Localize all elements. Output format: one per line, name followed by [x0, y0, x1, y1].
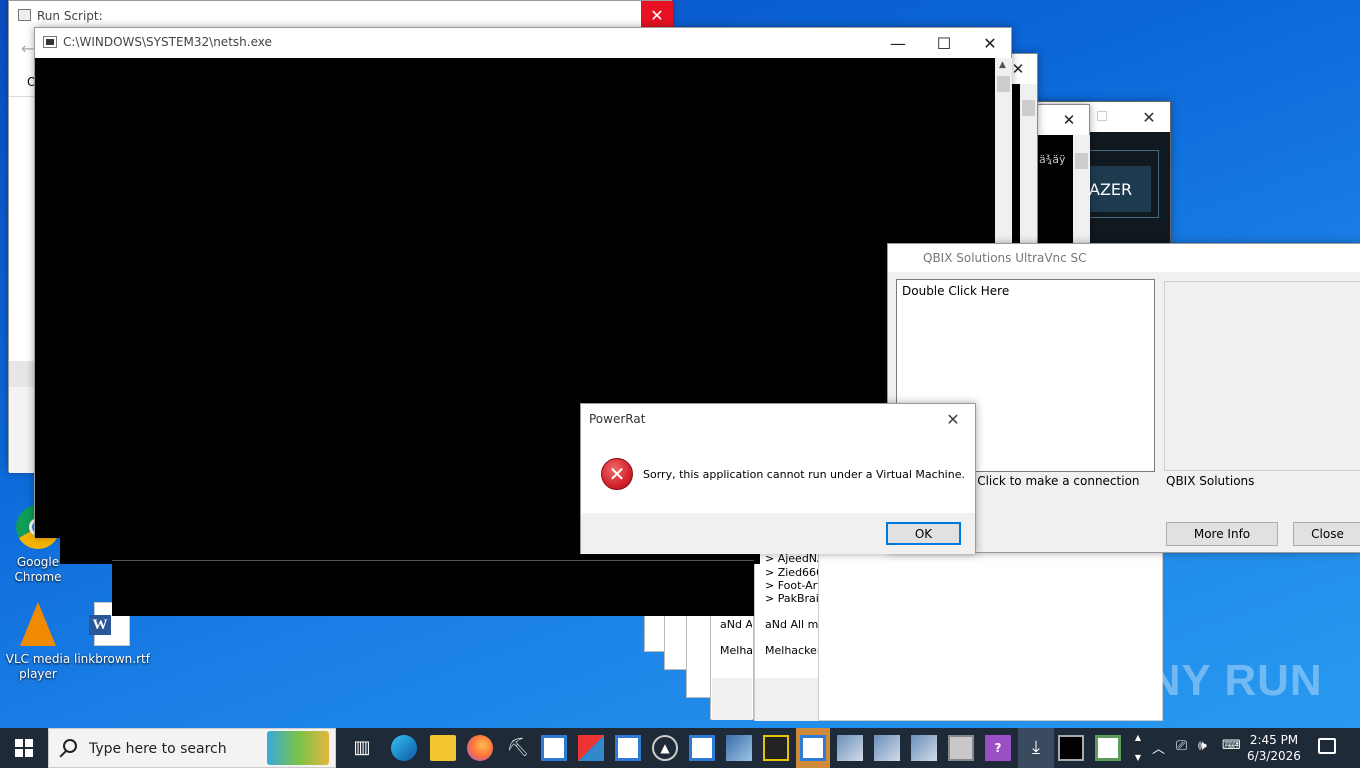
credits-window-body	[818, 546, 1163, 721]
credit-line: > Zied666	[765, 566, 820, 579]
windows-logo-icon	[15, 739, 33, 757]
taskbar: Type here to search ▥ ⛏ ▲ ? ⤓ ▲ ▼ ︿ ⎚ 🕪 ⌨…	[0, 728, 1360, 768]
stacked-window-edge	[664, 612, 688, 670]
close-button[interactable]: Close	[1293, 522, 1360, 546]
close-button[interactable]: ✕	[1049, 105, 1089, 135]
ime-icon[interactable]: ⌨	[1222, 738, 1241, 753]
ok-button[interactable]: OK	[886, 522, 961, 545]
scroll-up-arrow[interactable]: ▲	[999, 60, 1006, 70]
triangle-app-icon[interactable]: ▲	[652, 735, 678, 761]
credit-line: Melhacker,	[765, 644, 820, 657]
network-computers-icon[interactable]	[837, 735, 863, 761]
purple-app-icon[interactable]: ?	[985, 735, 1011, 761]
powerrat-dialog[interactable]: PowerRat ✕ ✕ Sorry, this application can…	[580, 403, 976, 554]
blazer-button[interactable]: AZER	[1089, 166, 1151, 212]
close-button[interactable]: ✕	[967, 28, 1013, 58]
task-view-icon[interactable]: ▥	[349, 735, 375, 761]
edge-icon[interactable]	[391, 735, 417, 761]
vertical-scrollbar[interactable]	[1020, 84, 1037, 247]
console-glyphs: ä¾äÿ	[1039, 153, 1066, 166]
search-placeholder: Type here to search	[89, 741, 227, 757]
volume-icon[interactable]: 🕪	[1198, 738, 1207, 754]
taskbar-scroll[interactable]: ▲ ▼	[1130, 728, 1146, 768]
clock[interactable]: 2:45 PM 6/3/2026	[1246, 732, 1302, 764]
list-item[interactable]: Double Click Here	[902, 284, 1009, 298]
stacked-window-edge	[644, 612, 666, 652]
netsh-title: C:\WINDOWS\SYSTEM32\netsh.exe	[63, 35, 272, 49]
anyrun-watermark: ANY RUN	[1116, 656, 1323, 705]
console-window-3[interactable]: ✕ ä¾äÿ	[1036, 104, 1090, 247]
app-window-icon[interactable]	[689, 735, 715, 761]
credits-window-left: aNd A Melha	[712, 612, 752, 720]
minimize-button[interactable]: —	[875, 28, 921, 58]
dots-app-icon[interactable]	[763, 735, 789, 761]
desktop-icon-vlc[interactable]: VLC media player	[0, 602, 76, 682]
app-window-icon[interactable]	[1095, 735, 1121, 761]
puzzle-icon	[267, 731, 329, 765]
console-shadow	[112, 560, 754, 616]
search-box[interactable]: Type here to search	[48, 728, 336, 768]
credit-line: > PakBrain	[765, 592, 820, 605]
credit-line: aNd All mY	[765, 618, 820, 631]
network-computers-icon[interactable]	[874, 735, 900, 761]
close-button[interactable]: ✕	[931, 404, 975, 434]
pickaxe-icon[interactable]: ⛏	[505, 735, 531, 761]
app-window-icon[interactable]	[800, 735, 826, 761]
back-arrow-icon[interactable]: ←	[21, 39, 34, 58]
connection-hint: e Click to make a connection	[966, 474, 1140, 488]
app-window-icon[interactable]	[615, 735, 641, 761]
app-window-icon[interactable]	[541, 735, 567, 761]
powerrat-title: PowerRat	[589, 412, 646, 426]
desktop-icon-label: linkbrown.rtf	[74, 652, 150, 666]
stacked-window-edge	[686, 612, 712, 698]
network-computers-icon[interactable]	[911, 735, 937, 761]
run-script-title: Run Script:	[37, 9, 103, 23]
vlc-icon	[20, 602, 56, 646]
error-message: Sorry, this application cannot run under…	[643, 468, 965, 481]
logo-panel	[1164, 281, 1360, 471]
vertical-scrollbar[interactable]	[1073, 135, 1090, 247]
clock-time: 2:45 PM	[1249, 733, 1299, 747]
desktop-icon-label: VLC media player	[5, 652, 71, 681]
scroll-thumb[interactable]	[997, 76, 1010, 92]
console-icon	[43, 36, 57, 48]
firefox-icon[interactable]	[467, 735, 493, 761]
maximize-button[interactable]: ☐	[921, 28, 967, 58]
paint-icon[interactable]	[578, 735, 604, 761]
network-tool-icon[interactable]	[726, 735, 752, 761]
app-icon	[18, 9, 31, 21]
company-label: QBIX Solutions	[1166, 474, 1255, 488]
console-icon[interactable]	[1058, 735, 1084, 761]
more-info-button[interactable]: More Info	[1166, 522, 1278, 546]
archive-icon[interactable]	[948, 735, 974, 761]
credit-line: > Foot-Art	[765, 579, 820, 592]
clock-date: 6/3/2026	[1247, 749, 1301, 763]
maximize-icon[interactable]	[1097, 111, 1107, 121]
close-button[interactable]: ✕	[641, 1, 673, 29]
close-button[interactable]: ✕	[1127, 102, 1171, 132]
file-explorer-icon[interactable]	[430, 735, 456, 761]
error-icon: ✕	[601, 458, 633, 490]
credits-window: > AjeedNA > Zied666 > Foot-Art > PakBrai…	[754, 546, 820, 721]
installer-icon[interactable]: ⤓	[1023, 735, 1049, 761]
tray-chevron-icon[interactable]: ︿	[1152, 738, 1165, 757]
network-icon[interactable]: ⎚	[1176, 738, 1187, 754]
notification-icon[interactable]	[1318, 738, 1336, 754]
start-button[interactable]	[0, 728, 48, 768]
qbix-title: QBIX Solutions UltraVnc SC	[923, 251, 1087, 265]
